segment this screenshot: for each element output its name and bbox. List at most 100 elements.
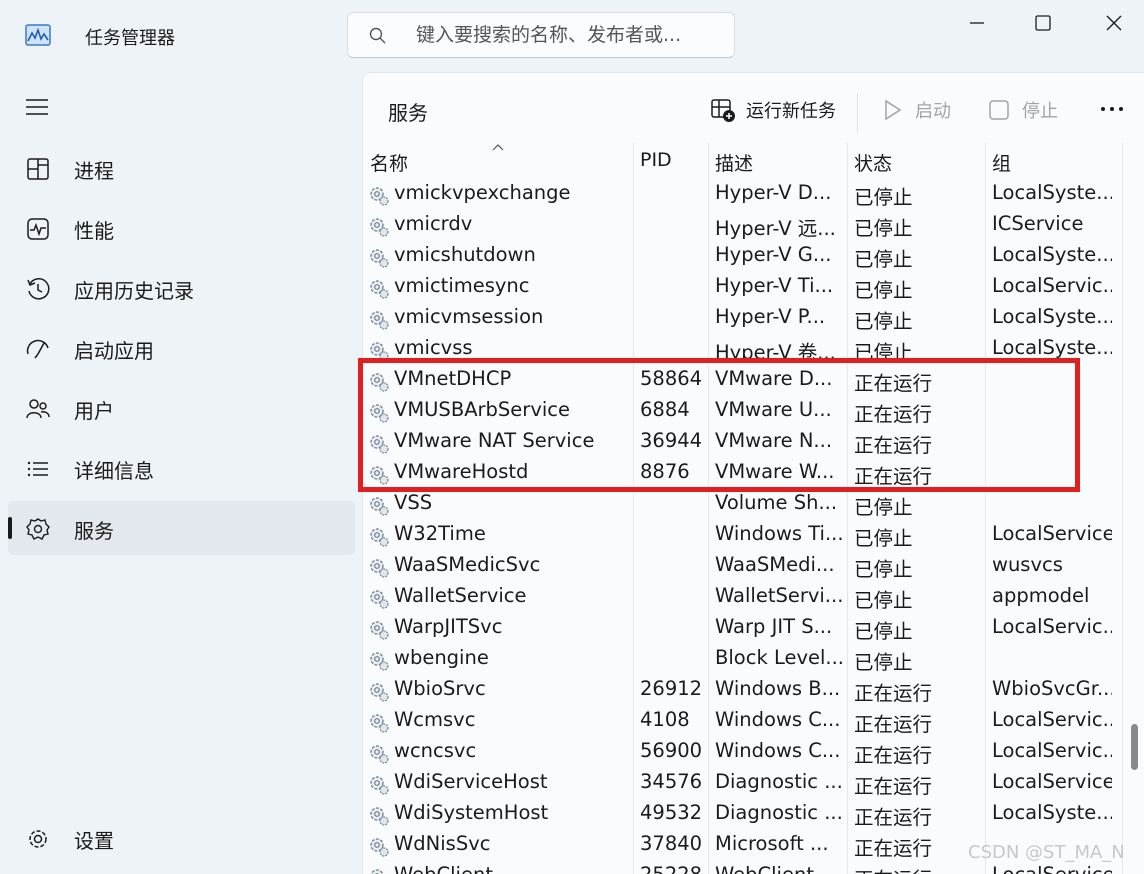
sidebar-item-startup-apps[interactable]: 启动应用: [8, 321, 355, 375]
service-name: VMware NAT Service: [394, 429, 595, 452]
search-input[interactable]: [416, 21, 716, 49]
service-group: LocalSyste...: [992, 305, 1112, 328]
service-pid: 4108: [640, 708, 690, 731]
service-description: Warp JIT S...: [715, 615, 833, 638]
service-gear-icon: [370, 683, 389, 702]
service-gear-icon: [370, 590, 389, 609]
service-description: Hyper-V P...: [715, 305, 826, 328]
table-row[interactable]: Wcmsvc 4108 Windows C... 正在运行 LocalServic...: [363, 706, 1144, 737]
service-description: Hyper-V D...: [715, 181, 832, 204]
service-description: Hyper-V 远...: [715, 217, 836, 240]
service-name: WalletService: [394, 584, 527, 607]
service-name: VMUSBArbService: [394, 398, 570, 421]
service-name: Wcmsvc: [394, 708, 476, 731]
table-row[interactable]: vmicvmsession Hyper-V P... 已停止 LocalSyste..…: [363, 303, 1144, 334]
table-row[interactable]: W32Time Windows Ti... 已停止 LocalService: [363, 520, 1144, 551]
column-header-name[interactable]: 名称: [370, 149, 408, 176]
sidebar-item-label: 启动应用: [74, 339, 154, 363]
service-gear-icon: [370, 342, 389, 361]
table-row[interactable]: vmictimesync Hyper-V Ti... 已停止 LocalServic.…: [363, 272, 1144, 303]
table-row[interactable]: WaaSMedicSvc WaaSMedi... 已停止 wusvcs: [363, 551, 1144, 582]
service-status: 已停止: [854, 527, 913, 550]
maximize-button[interactable]: [1020, 8, 1066, 38]
sidebar-item-settings[interactable]: 设置: [8, 811, 355, 865]
table-row[interactable]: vmicshutdown Hyper-V G... 已停止 LocalSyste...: [363, 241, 1144, 272]
service-name: WebClient: [394, 863, 630, 874]
column-header-status[interactable]: 状态: [854, 149, 892, 176]
processes-icon: [27, 158, 49, 180]
table-row[interactable]: WarpJITSvc Warp JIT S... 已停止 LocalServic...: [363, 613, 1144, 644]
toolbar-divider: [857, 93, 858, 133]
table-row[interactable]: VMnetDHCP 58864 VMware D... 正在运行: [363, 365, 1144, 396]
service-group: appmodel: [992, 584, 1090, 607]
stop-button[interactable]: 停止: [986, 87, 1066, 131]
service-status: 正在运行: [854, 403, 933, 426]
service-gear-icon: [370, 745, 389, 764]
run-new-task-label: 运行新任务: [746, 101, 836, 122]
close-button[interactable]: [1091, 8, 1137, 38]
column-header-group[interactable]: 组: [992, 149, 1011, 176]
service-group: LocalSyste...: [992, 801, 1112, 824]
service-description: Windows B...: [715, 677, 841, 700]
table-row[interactable]: WdiSystemHost 49532 Diagnostic ... 正在运行 Loca…: [363, 799, 1144, 830]
start-button[interactable]: 启动: [879, 87, 959, 131]
service-status: 正在运行: [854, 863, 980, 874]
app-title: 任务管理器: [85, 28, 175, 49]
sidebar-item-label: 性能: [74, 219, 114, 243]
run-new-task-button[interactable]: 运行新任务: [710, 87, 840, 131]
column-header-pid[interactable]: PID: [640, 149, 672, 171]
table-row[interactable]: VMware NAT Service 36944 VMware N... 正在运行: [363, 427, 1144, 458]
search-box[interactable]: [347, 12, 735, 58]
table-row[interactable]: vmicrdv Hyper-V 远... 已停止 ICService: [363, 210, 1144, 241]
services-panel: 服务 运行新任务 启动 停止 名称 PID 描述 状态 组 vmickvpexc…: [362, 72, 1144, 874]
table-row[interactable]: wcncsvc 56900 Windows C... 正在运行 LocalServic.…: [363, 737, 1144, 768]
services-icon: [26, 518, 50, 540]
table-row[interactable]: WbioSrvc 26912 Windows B... 正在运行 WbioSvcGr..…: [363, 675, 1144, 706]
service-pid: 49532: [640, 801, 703, 824]
table-row[interactable]: WalletService WalletServi... 已停止 appmodel: [363, 582, 1144, 613]
service-status: 已停止: [854, 310, 913, 333]
service-gear-icon: [370, 776, 389, 795]
service-description: Windows C...: [715, 739, 841, 762]
service-name: WbioSrvc: [394, 677, 486, 700]
vertical-scrollbar-thumb[interactable]: [1131, 724, 1138, 770]
sidebar-item-processes[interactable]: 进程: [8, 141, 355, 195]
sidebar-item-users[interactable]: 用户: [8, 381, 355, 435]
service-name: WarpJITSvc: [394, 615, 503, 638]
table-row[interactable]: WdiServiceHost 34576 Diagnostic ... 正在运行 Loc…: [363, 768, 1144, 799]
more-options-icon[interactable]: [1097, 99, 1127, 119]
service-description: VMware W...: [715, 460, 835, 483]
start-label: 启动: [915, 101, 951, 122]
sidebar-item-app-history[interactable]: 应用历史记录: [8, 261, 355, 315]
sidebar-item-performance[interactable]: 性能: [8, 201, 355, 255]
sort-ascending-icon: [492, 144, 504, 151]
service-group: LocalServic...: [992, 708, 1112, 731]
service-description: Diagnostic ...: [715, 770, 843, 793]
service-group: ICService: [992, 212, 1084, 235]
column-header-description[interactable]: 描述: [715, 149, 753, 176]
service-status: 正在运行: [854, 434, 933, 457]
service-description: Hyper-V Ti...: [715, 274, 834, 297]
service-gear-icon: [370, 280, 389, 299]
details-icon: [27, 461, 48, 477]
service-pid: 37840: [640, 832, 703, 855]
sidebar-item-details[interactable]: 详细信息: [8, 441, 355, 495]
task-manager-app-icon: [25, 24, 51, 46]
sidebar-item-services[interactable]: 服务: [8, 501, 355, 555]
minimize-button[interactable]: [954, 8, 1000, 38]
service-name: vmicshutdown: [394, 243, 536, 266]
table-row[interactable]: vmicvss Hyper-V 卷... 已停止 LocalSyste...: [363, 334, 1144, 365]
table-row[interactable]: vmickvpexchange Hyper-V D... 已停止 LocalSyste…: [363, 179, 1144, 210]
hamburger-menu-icon[interactable]: [24, 96, 50, 118]
service-name: vmicvss: [394, 336, 473, 359]
table-row[interactable]: VMUSBArbService 6884 VMware U... 正在运行: [363, 396, 1144, 427]
service-description: VMware U...: [715, 398, 832, 421]
title-bar: 任务管理器: [0, 0, 1144, 70]
play-icon: [885, 99, 902, 121]
service-pid: 34576: [640, 770, 703, 793]
service-gear-icon: [370, 621, 389, 640]
table-row[interactable]: wbengine Block Level... 已停止: [363, 644, 1144, 675]
service-name: WdiServiceHost: [394, 770, 548, 793]
table-row[interactable]: VSS Volume Sh... 已停止: [363, 489, 1144, 520]
table-row[interactable]: VMwareHostd 8876 VMware W... 正在运行: [363, 458, 1144, 489]
